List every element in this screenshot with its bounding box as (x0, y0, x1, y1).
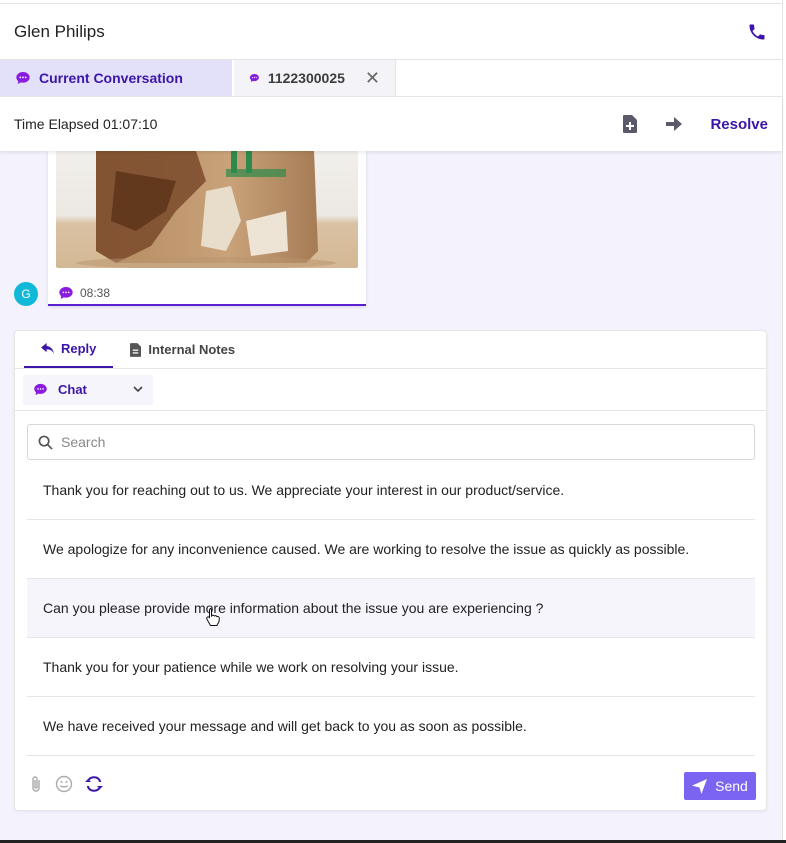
composer-tabs: Reply Internal Notes (15, 331, 766, 369)
composer-toolbar: Send (15, 758, 766, 810)
tab-reply[interactable]: Reply (24, 331, 114, 368)
tab-current-conversation[interactable]: Current Conversation (0, 60, 232, 96)
canned-reply-item[interactable]: Can you please provide more information … (27, 579, 755, 638)
search-icon (38, 435, 53, 450)
resolve-button[interactable]: Resolve (710, 116, 768, 133)
message-meta: 08:38 (58, 285, 110, 301)
message-time: 08:38 (80, 286, 111, 300)
document-icon (130, 342, 142, 357)
image-message: 08:38 (48, 151, 366, 306)
search-input[interactable] (61, 434, 711, 450)
reply-icon (41, 343, 54, 354)
canned-replies-list[interactable]: Thank you for reaching out to us. We app… (27, 461, 755, 758)
chat-bubble-icon (16, 72, 30, 84)
conversation-tabs: Current Conversation 1122300025 ✕ (0, 60, 782, 97)
chevron-down-icon (133, 386, 143, 393)
timebar-actions: Resolve (622, 115, 768, 133)
search-box[interactable] (27, 424, 755, 460)
canned-reply-item[interactable]: We have received your message and will g… (27, 697, 755, 756)
send-button[interactable]: Send (684, 772, 756, 800)
chat-history[interactable]: 08:38 G (0, 151, 782, 326)
send-label: Send (715, 778, 748, 794)
phone-icon[interactable] (746, 21, 768, 43)
channel-select[interactable]: Chat (23, 374, 153, 405)
tab-label: Reply (61, 341, 97, 356)
channel-label: Chat (58, 382, 87, 397)
damaged-box-image[interactable] (56, 151, 358, 268)
emoji-icon[interactable] (55, 775, 73, 793)
time-elapsed: Time Elapsed 01:07:10 (14, 116, 158, 132)
avatar: G (14, 282, 38, 306)
reply-composer: Reply Internal Notes Chat Thank you for … (14, 330, 767, 811)
chat-bubble-icon (59, 287, 73, 299)
canned-reply-item[interactable]: We apologize for any inconvenience cause… (27, 520, 755, 579)
tab-label: Current Conversation (39, 70, 183, 86)
canned-reply-item[interactable]: Thank you for reaching out to us. We app… (27, 461, 755, 520)
conversation-header: Glen Philips (0, 4, 782, 60)
canned-response-icon[interactable] (85, 776, 103, 792)
tab-label: Internal Notes (148, 342, 236, 357)
tab-internal-notes[interactable]: Internal Notes (113, 331, 252, 368)
right-border (782, 0, 786, 843)
chat-bubble-icon (249, 73, 259, 83)
add-note-icon[interactable] (622, 115, 638, 133)
canned-reply-item[interactable]: Thank you for your patience while we wor… (27, 638, 755, 697)
time-bar: Time Elapsed 01:07:10 Resolve (0, 97, 782, 151)
tab-label: 1122300025 (267, 70, 345, 86)
forward-arrow-icon[interactable] (666, 117, 683, 131)
chat-bubble-icon (34, 383, 47, 396)
attachment-icon[interactable] (29, 775, 43, 793)
send-icon (692, 778, 708, 794)
channel-row: Chat (15, 369, 766, 411)
close-icon[interactable]: ✕ (365, 68, 380, 89)
tab-conversation-1122300025[interactable]: 1122300025 ✕ (234, 60, 396, 96)
contact-name: Glen Philips (14, 21, 105, 41)
